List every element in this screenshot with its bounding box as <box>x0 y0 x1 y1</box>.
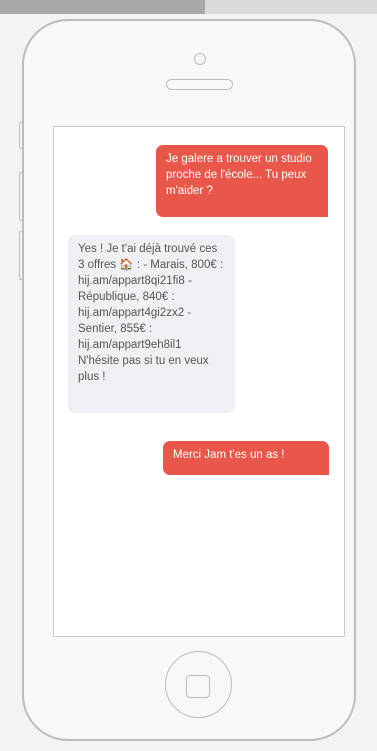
volume-down-button <box>19 231 23 280</box>
message-bubble-outgoing: Merci Jam t'es un as ! <box>163 441 329 475</box>
volume-up-button <box>19 172 23 221</box>
top-strip-shadow <box>0 0 205 14</box>
mute-switch <box>19 122 23 149</box>
chat-screen: Je galere a trouver un studio proche de … <box>53 126 345 637</box>
camera-icon <box>194 53 206 65</box>
speaker-grille <box>166 79 233 90</box>
message-bubble-outgoing: Je galere a trouver un studio proche de … <box>156 145 328 217</box>
home-button-icon <box>186 675 210 698</box>
message-bubble-incoming: Yes ! Je t'ai déjà trouvé ces 3 offres 🏠… <box>68 235 235 413</box>
